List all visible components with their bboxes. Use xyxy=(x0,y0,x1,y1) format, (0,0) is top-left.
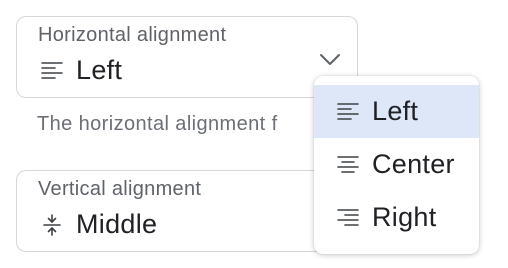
menu-item-left[interactable]: Left xyxy=(314,85,479,138)
vertical-alignment-value: Middle xyxy=(40,209,157,240)
vertical-alignment-select[interactable]: Vertical alignment Middle xyxy=(16,170,358,252)
menu-item-right[interactable]: Right xyxy=(314,191,479,244)
align-center-icon xyxy=(336,153,360,177)
align-left-icon xyxy=(336,100,360,124)
horizontal-alignment-label: Horizontal alignment xyxy=(38,24,227,46)
vertical-alignment-label: Vertical alignment xyxy=(38,178,202,200)
menu-item-label: Center xyxy=(372,149,455,179)
horizontal-alignment-value-text: Left xyxy=(76,55,123,85)
align-left-icon xyxy=(40,59,64,83)
horizontal-alignment-select[interactable]: Horizontal alignment Left xyxy=(16,16,358,98)
align-right-icon xyxy=(336,206,360,230)
horizontal-alignment-value: Left xyxy=(40,55,122,86)
menu-item-label: Right xyxy=(372,202,437,232)
horizontal-alignment-dropdown-menu: Left Center Right xyxy=(314,76,479,254)
horizontal-alignment-helper-text: The horizontal alignment f xyxy=(37,113,278,135)
chevron-down-icon[interactable] xyxy=(319,53,341,67)
menu-item-label: Left xyxy=(372,96,419,126)
align-vertical-middle-icon xyxy=(40,213,64,237)
vertical-alignment-value-text: Middle xyxy=(76,209,158,239)
menu-item-center[interactable]: Center xyxy=(314,138,479,191)
